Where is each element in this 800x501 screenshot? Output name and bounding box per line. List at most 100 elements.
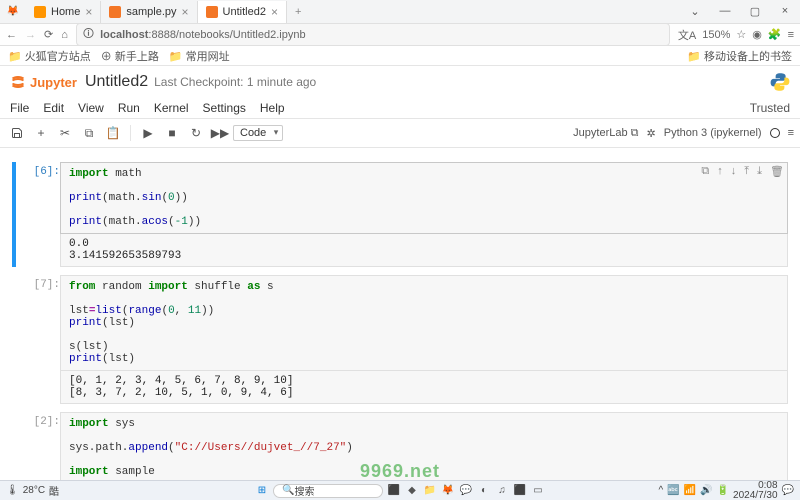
wifi-icon[interactable]: 📶 [684, 485, 696, 496]
move-up-icon[interactable]: ↑ [717, 165, 723, 178]
browser-tab-untitled2[interactable]: Untitled2 × [198, 1, 287, 23]
tab-label: sample.py [126, 6, 176, 18]
menu-run[interactable]: Run [118, 101, 140, 115]
weather-widget[interactable]: 🌡 28°C 酷 [6, 483, 59, 498]
insert-above-icon[interactable]: ⤒ [744, 165, 749, 178]
code-editor[interactable]: import math print(math.sin(0)) print(mat… [60, 162, 788, 234]
taskbar-search[interactable]: 🔍 搜索 [273, 484, 383, 498]
move-down-icon[interactable]: ↓ [731, 165, 737, 178]
close-icon[interactable]: × [271, 5, 278, 19]
notifications-icon[interactable]: 💬 [782, 485, 794, 496]
trusted-indicator[interactable]: Trusted [750, 101, 790, 115]
tab-label: Home [51, 6, 80, 18]
menu-settings[interactable]: Settings [203, 101, 246, 115]
bookmark-item[interactable]: ⊕ 新手上路 [101, 48, 159, 64]
bookmark-item[interactable]: 📁 火狐官方站点 [8, 48, 91, 64]
taskbar-app-icon[interactable]: ⬛ [387, 484, 401, 498]
taskbar-app-icon[interactable]: ▭ [531, 484, 545, 498]
save-button[interactable] [6, 122, 28, 144]
jupyter-favicon [109, 6, 121, 18]
run-button[interactable]: ▶ [137, 122, 159, 144]
bookmark-item[interactable]: 📁 常用网址 [169, 48, 230, 64]
jupyter-logo[interactable]: Jupyter [10, 74, 77, 90]
debugger-icon[interactable]: ≡ [788, 127, 794, 139]
close-icon[interactable]: × [85, 5, 92, 19]
temperature: 28°C [23, 485, 45, 496]
browser-tab-samplepy[interactable]: sample.py × [101, 1, 197, 23]
copy-button[interactable]: ⧉ [78, 122, 100, 144]
weather-icon: 🌡 [6, 485, 19, 496]
tray-chevron-icon[interactable]: ^ [659, 485, 664, 496]
reload-icon[interactable]: ⟳ [44, 28, 53, 41]
volume-icon[interactable]: 🔊 [700, 485, 712, 496]
minimize-icon[interactable]: ― [710, 5, 740, 18]
add-cell-button[interactable]: + [30, 122, 52, 144]
address-bar-row: ← → ⟳ ⌂ 🛈 localhost:8888/notebooks/Untit… [0, 24, 800, 46]
notebook-title[interactable]: Untitled2 [85, 73, 148, 91]
windows-taskbar[interactable]: 🌡 28°C 酷 ⊞ 🔍 搜索 ⬛ ◆ 📁 🦊 💬 ◐ ♫ ⬛ ▭ ^ 🔤 📶 … [0, 480, 800, 500]
cell-2[interactable]: [2]: import sys sys.path.append("C://Use… [12, 412, 788, 484]
home-icon[interactable]: ⌂ [61, 29, 68, 41]
kernel-status-icon [770, 128, 780, 138]
active-cell-indicator [12, 162, 16, 267]
bookmark-item[interactable]: 📁 移动设备上的书签 [687, 48, 792, 64]
start-button[interactable]: ⊞ [255, 484, 269, 498]
cut-button[interactable]: ✂ [54, 122, 76, 144]
browser-menu-icon[interactable]: ≡ [788, 29, 794, 41]
translate-icon[interactable]: 文A [678, 27, 696, 43]
kernel-name[interactable]: Python 3 (ipykernel) [664, 127, 762, 139]
steam-icon[interactable]: ◐ [477, 484, 491, 498]
duplicate-cell-icon[interactable]: ⧉ [701, 165, 709, 178]
menu-edit[interactable]: Edit [43, 101, 64, 115]
cell-output: [0, 1, 2, 3, 4, 5, 6, 7, 8, 9, 10] [8, 3… [60, 371, 788, 404]
restart-run-all-button[interactable]: ▶▶ [209, 122, 231, 144]
stop-button[interactable]: ■ [161, 122, 183, 144]
taskbar-app-icon[interactable]: ♫ [495, 484, 509, 498]
dropdown-icon[interactable]: ⌄ [680, 5, 710, 18]
taskbar-app-icon[interactable]: ◆ [405, 484, 419, 498]
jupyter-header: Jupyter Untitled2 Last Checkpoint: 1 min… [0, 66, 800, 98]
menu-file[interactable]: File [10, 101, 29, 115]
code-editor[interactable]: import sys sys.path.append("C://Users//d… [60, 412, 788, 484]
file-explorer-icon[interactable]: 📁 [423, 484, 437, 498]
taskbar-app-icon[interactable]: ⬛ [513, 484, 527, 498]
lock-icon: 🛈 [83, 25, 94, 44]
checkpoint-text: Last Checkpoint: 1 minute ago [154, 75, 316, 89]
jupyterlab-link[interactable]: JupyterLab ⧉ [573, 127, 638, 140]
bookmark-star-icon[interactable]: ☆ [736, 28, 746, 41]
code-editor[interactable]: from random import shuffle as s lst=list… [60, 275, 788, 371]
delete-cell-icon[interactable]: 🗑 [770, 165, 784, 178]
kernel-settings-icon[interactable]: ✲ [647, 127, 656, 140]
cell-prompt: [7]: [26, 275, 60, 404]
taskbar-app-icon[interactable]: 💬 [459, 484, 473, 498]
tray-icon[interactable]: 🔤 [667, 485, 679, 496]
paste-button[interactable]: 📋 [102, 122, 124, 144]
address-bar[interactable]: 🛈 localhost:8888/notebooks/Untitled2.ipy… [76, 23, 670, 46]
python-logo-icon [770, 72, 790, 92]
restart-button[interactable]: ↻ [185, 122, 207, 144]
close-window-icon[interactable]: × [770, 5, 800, 18]
zoom-level[interactable]: 150% [702, 29, 730, 41]
browser-tab-home[interactable]: Home × [26, 1, 101, 23]
cell-output: 0.0 3.141592653589793 [60, 234, 788, 267]
close-icon[interactable]: × [182, 5, 189, 19]
taskbar-app-icon[interactable]: 🦊 [441, 484, 455, 498]
insert-below-icon[interactable]: ⤓ [757, 165, 762, 178]
cell-7[interactable]: [7]: from random import shuffle as s lst… [12, 275, 788, 404]
maximize-icon[interactable]: ▢ [740, 5, 770, 18]
menu-kernel[interactable]: Kernel [154, 101, 189, 115]
account-icon[interactable]: ◉ [752, 28, 762, 41]
nav-back-icon[interactable]: ← [6, 29, 17, 41]
battery-icon[interactable]: 🔋 [717, 485, 729, 496]
menu-help[interactable]: Help [260, 101, 285, 115]
menu-view[interactable]: View [78, 101, 104, 115]
new-tab-button[interactable]: + [287, 6, 309, 18]
cell-6[interactable]: [6]: import math print(math.sin(0)) prin… [12, 162, 788, 267]
window-controls: ⌄ ― ▢ × [680, 5, 800, 18]
clock[interactable]: 0:08 2024/7/30 [733, 481, 778, 501]
cell-type-select[interactable]: Code [233, 125, 283, 141]
url-path: :8888/notebooks/Untitled2.ipynb [148, 29, 305, 41]
weather-label: 酷 [49, 483, 59, 498]
extensions-icon[interactable]: 🧩 [768, 28, 782, 41]
nav-forward-icon[interactable]: → [25, 29, 36, 41]
